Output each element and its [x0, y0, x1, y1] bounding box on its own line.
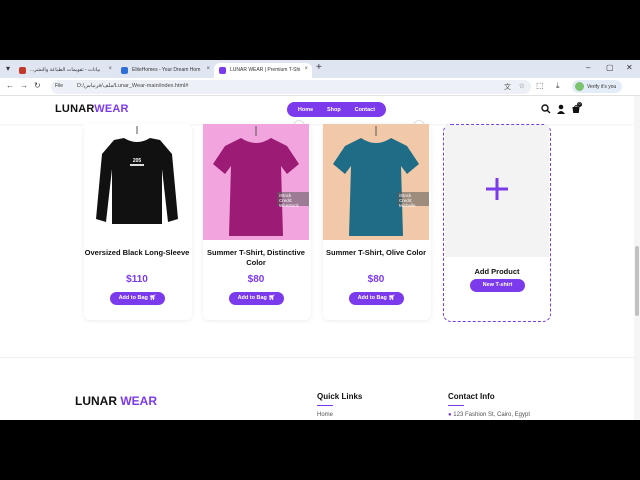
- product-price: $80: [367, 274, 385, 285]
- profile-button[interactable]: Verify it's you: [572, 80, 622, 93]
- shirt-print: 205: [133, 158, 142, 164]
- teal-tshirt-image: [333, 126, 419, 236]
- nav-contact[interactable]: Contact: [355, 107, 375, 113]
- close-icon[interactable]: ×: [206, 66, 210, 72]
- footer-logo: LUNAR WEAR: [75, 394, 157, 408]
- cart-icon: 🛒︎: [388, 295, 396, 301]
- watermark-credit: Credit: Wirestock: [279, 198, 299, 208]
- quick-links-heading: Quick Links: [317, 392, 363, 401]
- tab-strip: ▾ ...بيانات - تقويمات الطباعة والنشر × E…: [0, 60, 640, 78]
- section-divider: [0, 357, 640, 358]
- footer-link-home[interactable]: Home: [317, 412, 333, 418]
- product-image[interactable]: 205: [84, 124, 190, 240]
- plus-icon: [486, 178, 508, 200]
- magenta-tshirt-image: [213, 126, 299, 236]
- product-card: iStock Credit: Wirestock Summer T-Shirt, …: [203, 120, 311, 320]
- back-icon[interactable]: ←: [6, 81, 14, 90]
- button-label: Add to Bag: [118, 295, 148, 301]
- profile-label: Verify it's you: [587, 84, 617, 90]
- site-header: LUNARWEAR Home Shop Contact 0: [0, 96, 640, 124]
- product-price: $110: [126, 274, 148, 285]
- address-text: 123 Fashion St, Cairo, Egypt: [453, 412, 531, 418]
- product-title: Summer T-Shirt, Olive Color: [325, 248, 427, 257]
- button-label: Add to Bag: [357, 295, 387, 301]
- browser-window: ▾ ...بيانات - تقويمات الطباعة والنشر × E…: [0, 60, 640, 420]
- logo-accent: WEAR: [94, 103, 129, 115]
- contact-address: ● 123 Fashion St, Cairo, Egypt: [448, 412, 530, 418]
- new-tab-button[interactable]: +: [316, 62, 322, 73]
- watermark-credit: Credit: Michelle: [399, 198, 416, 208]
- translate-icon[interactable]: 文: [504, 82, 511, 92]
- tab-favicon: [121, 67, 128, 74]
- minimize-icon[interactable]: –: [586, 63, 590, 72]
- contact-info-heading: Contact Info: [448, 392, 495, 401]
- reload-icon[interactable]: ↻: [34, 81, 41, 90]
- product-card: iStock Credit: Michelle Summer T-Shirt, O…: [323, 120, 431, 320]
- heading-underline: [448, 405, 464, 406]
- button-label: Add to Bag: [237, 295, 267, 301]
- tab-label: LUNAR WEAR | Premium T-Shi: [230, 67, 301, 73]
- istock-watermark: iStock Credit: Wirestock: [277, 192, 309, 208]
- add-to-bag-button[interactable]: Add to Bag 🛒︎: [229, 292, 284, 305]
- address-bar-row: ← → ↻ File D:/ملف/فرنباس/Lunar_Wear-main…: [0, 78, 640, 96]
- file-scheme-chip: File: [55, 83, 64, 89]
- download-icon[interactable]: ⤓: [556, 81, 560, 91]
- tab-label: EliteHomes - Your Dream Hom: [132, 67, 201, 73]
- address-input[interactable]: File D:/ملف/فرنباس/Lunar_Wear-main/index…: [51, 80, 531, 94]
- forward-icon[interactable]: →: [20, 81, 28, 90]
- nav-home[interactable]: Home: [298, 107, 313, 113]
- add-to-bag-button[interactable]: Add to Bag 🛒︎: [110, 292, 165, 305]
- search-icon[interactable]: [541, 104, 551, 114]
- add-to-bag-button[interactable]: Add to Bag 🛒︎: [349, 292, 404, 305]
- add-product-label: Add Product: [474, 267, 520, 276]
- new-tshirt-button[interactable]: New T-shirt: [470, 279, 525, 292]
- product-image[interactable]: iStock Credit: Wirestock: [203, 124, 309, 240]
- product-card: 205 Oversized Black Long-Sleeve $110 Add…: [84, 124, 192, 320]
- add-product-card: Add Product New T-shirt: [443, 124, 551, 322]
- close-icon[interactable]: ×: [108, 66, 112, 72]
- heading-underline: [317, 405, 333, 406]
- window-close-icon[interactable]: ✕: [626, 63, 633, 72]
- add-product-area[interactable]: [445, 125, 549, 257]
- product-title: Oversized Black Long-Sleeve: [84, 248, 190, 257]
- extensions-icon[interactable]: ⬚: [536, 81, 544, 90]
- bookmark-star-icon[interactable]: ☆: [519, 82, 525, 90]
- maximize-icon[interactable]: ▢: [606, 63, 614, 72]
- istock-watermark: iStock Credit: Michelle: [397, 192, 429, 208]
- scrollbar-thumb[interactable]: [635, 246, 639, 316]
- tab-1[interactable]: ...بيانات - تقويمات الطباعة والنشر ×: [14, 63, 116, 78]
- cart-count-badge: 0: [577, 102, 582, 107]
- close-icon[interactable]: ×: [304, 66, 308, 72]
- logo-main: LUNAR: [55, 103, 95, 115]
- tab-favicon: [219, 67, 226, 74]
- user-icon[interactable]: [556, 104, 566, 114]
- product-title: Summer T-Shirt, Distinctive Color: [207, 248, 305, 267]
- cart-icon: 🛒︎: [268, 295, 276, 301]
- nav-shop[interactable]: Shop: [327, 107, 341, 113]
- location-pin-icon: ●: [448, 412, 452, 418]
- tab-2[interactable]: EliteHomes - Your Dream Hom ×: [116, 63, 214, 78]
- tab-label: ...بيانات - تقويمات الطباعة والنشر: [30, 67, 101, 73]
- tab-search-icon[interactable]: ▾: [6, 64, 10, 73]
- avatar: [575, 82, 584, 91]
- cart-icon: 🛒︎: [149, 295, 157, 301]
- black-longsleeve-shirt-image: 205: [96, 126, 178, 224]
- url-text: D:/ملف/فرنباس/Lunar_Wear-main/index.html…: [77, 83, 189, 89]
- product-price: $80: [247, 274, 265, 285]
- product-image[interactable]: iStock Credit: Michelle: [323, 124, 429, 240]
- site-logo[interactable]: LUNARWEAR: [55, 103, 129, 115]
- tab-favicon: [19, 67, 26, 74]
- footer-logo-accent: WEAR: [120, 394, 158, 408]
- tab-3-active[interactable]: LUNAR WEAR | Premium T-Shi ×: [214, 63, 312, 78]
- page-scrollbar[interactable]: [634, 96, 640, 420]
- main-nav: Home Shop Contact: [287, 102, 386, 117]
- footer-logo-main: LUNAR: [75, 394, 117, 408]
